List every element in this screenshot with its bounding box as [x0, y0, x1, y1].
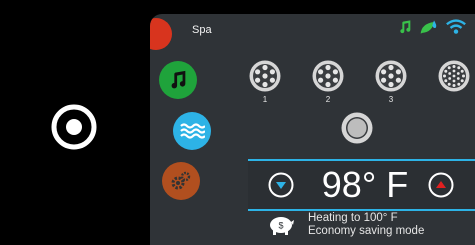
nav-waves-icon[interactable]: [173, 112, 211, 150]
side-nav: [150, 14, 220, 245]
left-bezel: [0, 0, 150, 245]
nav-music-icon[interactable]: [159, 61, 197, 99]
page-title: Spa: [192, 24, 212, 36]
status-bar: [397, 18, 467, 36]
jet-1-label: 1: [262, 95, 268, 104]
temp-up-button[interactable]: [428, 172, 454, 198]
temperature-value: 98° F: [321, 164, 409, 205]
svg-text:$: $: [278, 221, 283, 231]
music-note-icon: [400, 20, 411, 34]
arrow-down-icon: [276, 182, 286, 189]
jet-2-button[interactable]: [311, 59, 345, 93]
heating-status: Heating to 100° F: [308, 212, 398, 224]
jet-3-label: 3: [388, 95, 394, 104]
music-note-icon: [171, 70, 186, 89]
jet-1-button[interactable]: [248, 59, 282, 93]
light-button[interactable]: [340, 111, 374, 145]
temperature-panel: 98° F: [248, 159, 475, 211]
wifi-icon: [446, 19, 466, 34]
mode-status: Economy saving mode: [308, 225, 425, 237]
piggy-bank-icon: $: [270, 217, 294, 235]
nav-settings-icon[interactable]: [162, 162, 200, 200]
temp-down-button[interactable]: [268, 172, 294, 198]
home-button[interactable]: [50, 103, 98, 151]
status-message: Heating to 100° F Economy saving mode: [308, 212, 424, 238]
gears-icon: [171, 171, 191, 190]
nav-spa-icon[interactable]: [150, 18, 172, 50]
waves-icon: [180, 123, 205, 139]
jet-3-button[interactable]: [374, 59, 408, 93]
spa-control-screen: Spa 1 2 3 98° F $ Heating to 100° F Econ…: [150, 14, 475, 245]
leaf-drop-icon: [420, 20, 437, 34]
arrow-up-icon: [436, 181, 446, 188]
air-blower-button[interactable]: [437, 59, 471, 93]
jet-2-label: 2: [325, 95, 331, 104]
